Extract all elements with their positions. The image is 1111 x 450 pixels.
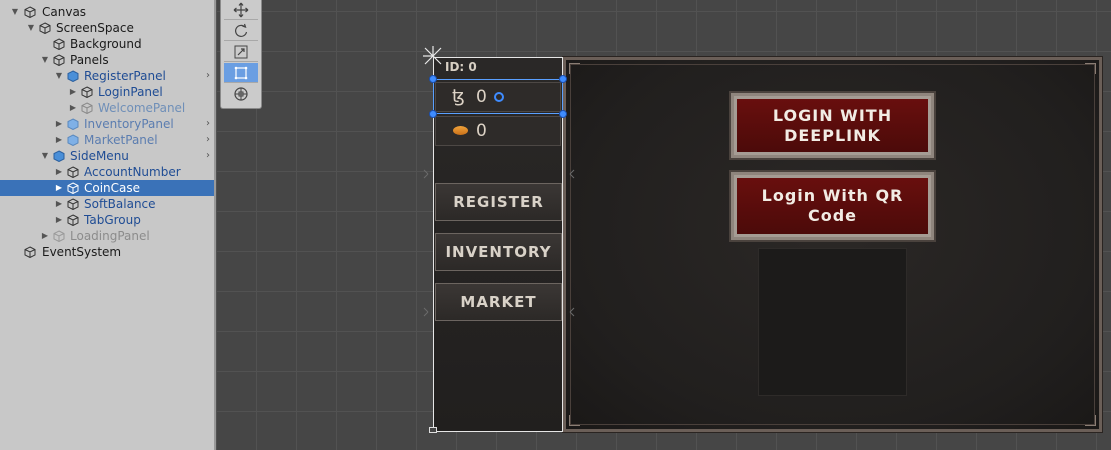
hierarchy-row-welcomepanel[interactable]: ▶ WelcomePanel xyxy=(0,100,214,116)
hierarchy-panel: ▼ Canvas ▼ ScreenSpace Background ▼ Pane… xyxy=(0,0,216,450)
rect-tool-icon[interactable] xyxy=(224,63,258,83)
gameobject-cube-icon xyxy=(53,54,65,66)
gameobject-cube-icon xyxy=(67,198,79,210)
hierarchy-label: Canvas xyxy=(42,5,87,19)
resize-handle-bottom-left[interactable] xyxy=(429,110,437,118)
expand-arrow-icon[interactable]: ▶ xyxy=(54,132,64,148)
login-deeplink-label: LOGIN WITH DEEPLINK xyxy=(772,105,893,145)
qr-code-image xyxy=(758,248,907,396)
hierarchy-label: LoginPanel xyxy=(98,85,163,99)
gameobject-cube-icon xyxy=(24,6,36,18)
login-deeplink-button[interactable]: LOGIN WITH DEEPLINK xyxy=(729,91,936,160)
rotate-tool-icon[interactable] xyxy=(224,21,258,41)
frame-corner-ornament xyxy=(1085,415,1096,426)
hierarchy-row-sidemenu[interactable]: ▼ SideMenu › xyxy=(0,148,214,164)
expand-arrow-icon[interactable]: ▶ xyxy=(54,116,64,132)
scale-tool-icon[interactable] xyxy=(224,42,258,62)
gameobject-cube-icon xyxy=(81,86,93,98)
chevron-right-icon[interactable]: › xyxy=(206,132,210,148)
prefab-cube-icon xyxy=(67,118,79,130)
side-menu-anchor-handle[interactable] xyxy=(429,427,437,433)
transform-tool-palette xyxy=(220,0,262,109)
expand-arrow-icon[interactable]: ▶ xyxy=(54,196,64,212)
hierarchy-row-tabgroup[interactable]: ▶ TabGroup xyxy=(0,212,214,228)
hierarchy-label: EventSystem xyxy=(42,245,122,259)
hierarchy-row-marketpanel[interactable]: ▶ MarketPanel › xyxy=(0,132,214,148)
hierarchy-row-screenspace[interactable]: ▼ ScreenSpace xyxy=(0,20,214,36)
hierarchy-row-panels[interactable]: ▼ Panels xyxy=(0,52,214,68)
soft-balance: 0 xyxy=(435,116,561,146)
account-number-label: ID: 0 xyxy=(445,60,477,74)
expand-arrow-icon[interactable]: ▼ xyxy=(54,68,64,84)
login-qr-label: Login With QR Code xyxy=(761,186,904,225)
coin-icon xyxy=(453,126,468,135)
chevron-right-icon[interactable]: › xyxy=(206,148,210,164)
hierarchy-label: ScreenSpace xyxy=(56,21,134,35)
resize-handle-top-left[interactable] xyxy=(429,75,437,83)
frame-corner-ornament xyxy=(569,63,580,74)
prefab-cube-icon xyxy=(67,134,79,146)
expand-arrow-icon[interactable]: ▶ xyxy=(40,228,50,244)
expand-arrow-icon[interactable]: ▼ xyxy=(10,4,20,20)
rect-selection-outline[interactable] xyxy=(433,79,563,114)
hierarchy-label: MarketPanel xyxy=(84,133,158,147)
hierarchy-row-loginpanel[interactable]: ▶ LoginPanel xyxy=(0,84,214,100)
hierarchy-label: CoinCase xyxy=(84,181,141,195)
prefab-cube-icon xyxy=(53,150,65,162)
prefab-cube-icon xyxy=(67,70,79,82)
transform-tool-icon[interactable] xyxy=(224,84,258,103)
expand-arrow-icon[interactable]: ▶ xyxy=(54,212,64,228)
gameobject-cube-icon xyxy=(53,38,65,50)
hierarchy-row-background[interactable]: Background xyxy=(0,36,214,52)
expand-arrow-icon[interactable]: ▼ xyxy=(26,20,36,36)
gameobject-cube-icon xyxy=(53,230,65,242)
frame-corner-ornament xyxy=(1085,63,1096,74)
hierarchy-label: SideMenu xyxy=(70,149,129,163)
hierarchy-row-registerpanel[interactable]: ▼ RegisterPanel › xyxy=(0,68,214,84)
hierarchy-row-accountnumber[interactable]: ▶ AccountNumber xyxy=(0,164,214,180)
hierarchy-label: WelcomePanel xyxy=(98,101,186,115)
layout-guide-markers xyxy=(423,169,575,317)
hierarchy-row-eventsystem[interactable]: EventSystem xyxy=(0,244,214,260)
gameobject-cube-icon xyxy=(67,214,79,226)
gameobject-cube-icon xyxy=(67,182,79,194)
resize-handle-top-right[interactable] xyxy=(559,75,567,83)
expand-arrow-icon[interactable]: ▶ xyxy=(68,100,78,116)
gameobject-cube-icon xyxy=(24,246,36,258)
hierarchy-label: AccountNumber xyxy=(84,165,181,179)
anchor-icon[interactable] xyxy=(421,44,445,68)
gameobject-cube-icon xyxy=(81,102,93,114)
login-qr-button[interactable]: Login With QR Code xyxy=(729,170,936,242)
chevron-right-icon[interactable]: › xyxy=(206,68,210,84)
hierarchy-label: InventoryPanel xyxy=(84,117,174,131)
expand-arrow-icon[interactable]: ▶ xyxy=(68,84,78,100)
gameobject-cube-icon xyxy=(67,166,79,178)
hierarchy-row-loadingpanel[interactable]: ▶ LoadingPanel xyxy=(0,228,214,244)
hierarchy-label: RegisterPanel xyxy=(84,69,166,83)
chevron-right-icon[interactable]: › xyxy=(206,116,210,132)
hierarchy-row-inventorypanel[interactable]: ▶ InventoryPanel › xyxy=(0,116,214,132)
hierarchy-label: TabGroup xyxy=(84,213,141,227)
hierarchy-label: SoftBalance xyxy=(84,197,156,211)
hierarchy-row-softbalance[interactable]: ▶ SoftBalance xyxy=(0,196,214,212)
expand-arrow-icon[interactable]: ▼ xyxy=(40,52,50,68)
move-tool-icon[interactable] xyxy=(224,0,258,20)
coin-balance-value: 0 xyxy=(476,121,487,141)
hierarchy-label: Background xyxy=(70,37,142,51)
resize-handle-bottom-right[interactable] xyxy=(559,110,567,118)
hierarchy-label: LoadingPanel xyxy=(70,229,150,243)
expand-arrow-icon[interactable]: ▼ xyxy=(40,148,50,164)
hierarchy-row-coincase[interactable]: ▶ CoinCase xyxy=(0,180,214,196)
frame-corner-ornament xyxy=(569,415,580,426)
expand-arrow-icon[interactable]: ▶ xyxy=(54,180,64,196)
expand-arrow-icon[interactable]: ▶ xyxy=(54,164,64,180)
gameobject-cube-icon xyxy=(39,22,51,34)
hierarchy-label: Panels xyxy=(70,53,109,67)
hierarchy-row-canvas[interactable]: ▼ Canvas xyxy=(0,4,214,20)
